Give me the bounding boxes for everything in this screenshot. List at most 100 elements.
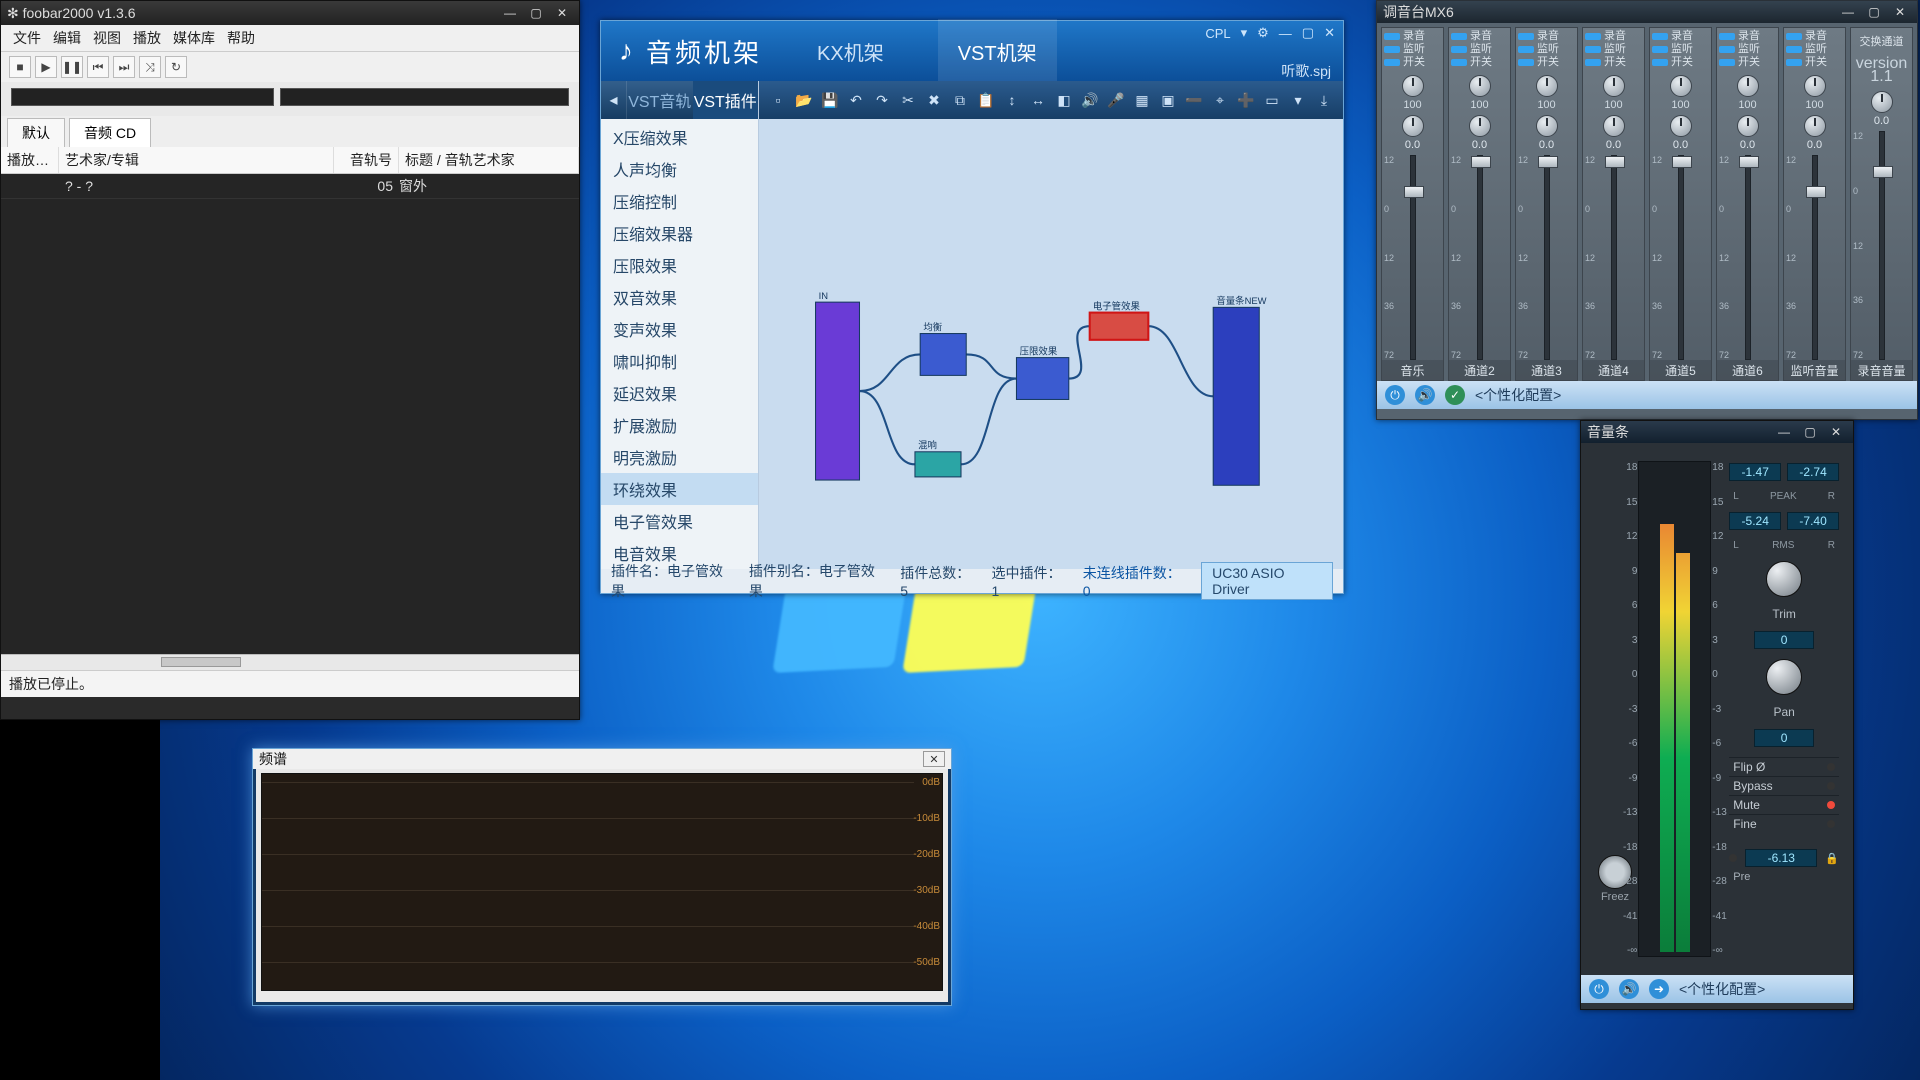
save-icon[interactable]: 💾: [819, 89, 841, 111]
pan-knob[interactable]: [1603, 115, 1625, 137]
power-icon[interactable]: ⏻: [1589, 979, 1609, 999]
menu-帮助[interactable]: 帮助: [227, 28, 255, 48]
pan-knob[interactable]: [1737, 115, 1759, 137]
toggle-switch[interactable]: [1451, 33, 1467, 40]
playlist[interactable]: ? - ? 05 窗外: [1, 174, 579, 654]
gain-knob[interactable]: [1469, 75, 1491, 97]
column-header[interactable]: 播放… 艺术家/专辑 音轨号 标题 / 音轨艺术家: [1, 147, 579, 174]
menu-媒体库[interactable]: 媒体库: [173, 28, 215, 48]
window-icon[interactable]: ▭: [1261, 89, 1283, 111]
effect-item[interactable]: 人声均衡: [601, 153, 758, 185]
effect-item[interactable]: 压缩效果器: [601, 217, 758, 249]
plugin-node[interactable]: 电子管效果: [1090, 300, 1149, 339]
gain-knob[interactable]: [1536, 75, 1558, 97]
toggle-switch[interactable]: [1652, 33, 1668, 40]
check-icon[interactable]: ✓: [1445, 385, 1465, 405]
col-title[interactable]: 标题 / 音轨艺术家: [399, 147, 579, 173]
effect-item[interactable]: 啸叫抑制: [601, 345, 758, 377]
effect-item[interactable]: 压缩控制: [601, 185, 758, 217]
toggle-switch[interactable]: [1786, 33, 1802, 40]
dropdown-icon[interactable]: ▾: [1241, 25, 1248, 41]
vol-titlebar[interactable]: 音量条 — ▢ ✕: [1581, 421, 1853, 443]
effect-item[interactable]: 双音效果: [601, 281, 758, 313]
redo-icon[interactable]: ↷: [871, 89, 893, 111]
toggle-switch[interactable]: [1719, 33, 1735, 40]
forward-icon[interactable]: ➜: [1649, 979, 1669, 999]
toggle-switch[interactable]: [1384, 46, 1400, 53]
menu-视图[interactable]: 视图: [93, 28, 121, 48]
down-icon[interactable]: ▾: [1287, 89, 1309, 111]
repeat-button[interactable]: ↻: [165, 56, 187, 78]
cut-icon[interactable]: ✂: [897, 89, 919, 111]
pan-knob[interactable]: [1766, 659, 1802, 695]
minimize-button[interactable]: —: [1279, 26, 1292, 41]
close-button[interactable]: ✕: [551, 5, 573, 21]
minimize-button[interactable]: —: [1773, 424, 1795, 440]
stop-button[interactable]: ■: [9, 56, 31, 78]
minimize-button[interactable]: —: [1837, 4, 1859, 20]
effect-item[interactable]: 变声效果: [601, 313, 758, 345]
maximize-button[interactable]: ▢: [525, 5, 547, 21]
plugin-node[interactable]: IN: [816, 290, 860, 480]
footer-label[interactable]: <个性化配置>: [1475, 385, 1561, 405]
speaker-icon[interactable]: 🔊: [1619, 979, 1639, 999]
fader-handle[interactable]: [1404, 186, 1424, 198]
footer-label[interactable]: <个性化配置>: [1679, 979, 1765, 999]
sidebar-tab-tracks[interactable]: VST音轨: [627, 81, 693, 119]
spectrum-titlebar[interactable]: 频谱 ✕: [253, 749, 951, 769]
effect-item[interactable]: 电子管效果: [601, 505, 758, 537]
audio-driver[interactable]: UC30 ASIO Driver: [1201, 562, 1333, 600]
pan-knob[interactable]: [1804, 115, 1826, 137]
h-scrollbar[interactable]: [1, 654, 579, 670]
mixer-titlebar[interactable]: 调音台MX6 — ▢ ✕: [1377, 1, 1917, 23]
minimize-button[interactable]: —: [499, 5, 521, 21]
pause-button[interactable]: ❚❚: [61, 56, 83, 78]
play-button[interactable]: ▶: [35, 56, 57, 78]
effect-item[interactable]: 压限效果: [601, 249, 758, 281]
gain-knob[interactable]: [1402, 75, 1424, 97]
volume-bar[interactable]: [280, 88, 569, 106]
col-trackno[interactable]: 音轨号: [334, 147, 399, 173]
foobar-titlebar[interactable]: ✻ foobar2000 v1.3.6 — ▢ ✕: [1, 1, 579, 25]
effect-item[interactable]: 明亮激励: [601, 441, 758, 473]
undo-icon[interactable]: ↶: [845, 89, 867, 111]
toggle-Flip Ø[interactable]: Flip Ø: [1729, 757, 1839, 776]
toggle-Bypass[interactable]: Bypass: [1729, 776, 1839, 795]
col-playing[interactable]: 播放…: [1, 147, 59, 173]
pan-knob[interactable]: [1536, 115, 1558, 137]
playlist-row[interactable]: ? - ? 05 窗外: [1, 174, 579, 199]
toggle-switch[interactable]: [1786, 59, 1802, 66]
power-icon[interactable]: ⏻: [1385, 385, 1405, 405]
toggle-switch[interactable]: [1384, 33, 1400, 40]
toggle-switch[interactable]: [1585, 46, 1601, 53]
toggle-switch[interactable]: [1719, 59, 1735, 66]
gain-knob[interactable]: [1804, 75, 1826, 97]
menu-文件[interactable]: 文件: [13, 28, 41, 48]
pan-knob[interactable]: [1469, 115, 1491, 137]
fader-handle[interactable]: [1471, 156, 1491, 168]
main-tab[interactable]: KX机架: [797, 19, 904, 84]
effect-item[interactable]: 环绕效果: [601, 473, 758, 505]
toggle-switch[interactable]: [1585, 59, 1601, 66]
toggle-Fine[interactable]: Fine: [1729, 814, 1839, 833]
toggle-switch[interactable]: [1451, 59, 1467, 66]
back-icon[interactable]: ◂: [601, 81, 627, 119]
fader-handle[interactable]: [1672, 156, 1692, 168]
open-icon[interactable]: 📂: [793, 89, 815, 111]
copy-icon[interactable]: ⧉: [949, 89, 971, 111]
scrollbar-thumb[interactable]: [161, 657, 241, 667]
maximize-button[interactable]: ▢: [1302, 25, 1314, 41]
gain-knob[interactable]: [1670, 75, 1692, 97]
menu-播放[interactable]: 播放: [133, 28, 161, 48]
microphone-icon[interactable]: 🎤: [1105, 89, 1127, 111]
fader-handle[interactable]: [1538, 156, 1558, 168]
cpl-label[interactable]: CPL: [1205, 26, 1230, 41]
color-icon[interactable]: ◧: [1053, 89, 1075, 111]
toggle-switch[interactable]: [1585, 33, 1601, 40]
link-v-icon[interactable]: ↕: [1001, 89, 1023, 111]
new-icon[interactable]: ▫: [767, 89, 789, 111]
fader-handle[interactable]: [1806, 186, 1826, 198]
pan-knob[interactable]: [1402, 115, 1424, 137]
playlist-tab[interactable]: 音频 CD: [69, 118, 151, 147]
pan-knob[interactable]: [1871, 91, 1893, 113]
